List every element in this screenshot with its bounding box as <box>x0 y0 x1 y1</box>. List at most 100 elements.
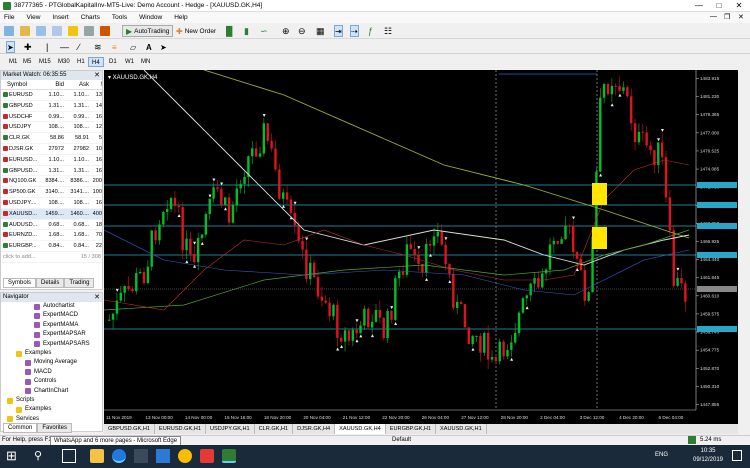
shapes-icon[interactable]: ▱ <box>130 41 136 53</box>
column-spread[interactable]: ! <box>89 80 102 89</box>
timeframe-h1[interactable]: H1 <box>74 57 88 67</box>
close-icon[interactable]: ✕ <box>94 293 100 301</box>
edge-icon[interactable] <box>112 449 126 463</box>
menu-help[interactable]: Help <box>168 12 193 23</box>
indicators-icon[interactable]: ƒ <box>368 25 373 37</box>
minimize-button[interactable]: — <box>690 0 708 11</box>
language-indicator[interactable]: ENG <box>655 452 668 458</box>
navigator-item[interactable]: Examples <box>1 349 102 358</box>
task-view-icon[interactable] <box>62 449 76 463</box>
close-icon[interactable]: ✕ <box>94 71 100 79</box>
market-watch-row[interactable]: GBPUSD... 1.31... 1.31... 16 <box>1 166 102 177</box>
timeframe-d1[interactable]: D1 <box>106 57 120 67</box>
chart-tab[interactable]: XAUUSD.GK,H1 <box>436 424 487 434</box>
menu-tools[interactable]: Tools <box>106 12 133 23</box>
close-button[interactable]: ✕ <box>730 0 748 11</box>
toolbox-icon[interactable] <box>84 25 94 37</box>
chart-canvas[interactable]: ▾ XAUUSD.GK,H4 1483.9151481.2301479.36514… <box>103 69 738 424</box>
bar-chart-icon[interactable]: █ <box>226 25 232 37</box>
market-watch-row[interactable]: EURUSD 1.10... 1.10... 13 <box>1 90 102 101</box>
price-chart[interactable]: ▾ XAUUSD.GK,H4 1483.915 1481.230 1479.365 14… <box>103 69 738 424</box>
navigator-item[interactable]: ChartInChart <box>1 387 102 396</box>
timeframe-m5[interactable]: M5 <box>20 57 34 67</box>
mdi-close-button[interactable]: ✕ <box>738 13 744 21</box>
add-symbol-row[interactable]: click to add... 15 / 308 <box>1 252 102 263</box>
navigator-item[interactable]: ExpertMACD <box>1 311 102 320</box>
vertical-line-icon[interactable]: | <box>46 41 48 53</box>
channel-icon[interactable]: ≋ <box>94 41 102 53</box>
market-watch-icon[interactable] <box>36 25 46 37</box>
navigator-item[interactable]: ExpertMAPSARS <box>1 340 102 349</box>
market-watch-row[interactable]: GBPUSD 1.31... 1.31... 14 <box>1 101 102 112</box>
tab-details[interactable]: Details <box>36 278 65 288</box>
navigator-item[interactable]: Examples <box>1 405 102 414</box>
chart-tab[interactable]: CLR.GK,H1 <box>255 424 294 434</box>
menu-file[interactable]: File <box>0 12 20 23</box>
chart-tab[interactable]: DJSR.GK,H4 <box>293 424 336 434</box>
navigator-item[interactable]: ExpertMAPSAR <box>1 330 102 339</box>
timeframe-m1[interactable]: M1 <box>6 57 20 67</box>
autotrading-button[interactable]: ▶ AutoTrading <box>122 25 174 37</box>
column-bid[interactable]: Bid <box>39 80 64 89</box>
mdi-restore-button[interactable]: ❐ <box>724 13 730 21</box>
timeframe-m15[interactable]: M15 <box>36 57 54 67</box>
horizontal-line-icon[interactable]: — <box>60 41 69 53</box>
timeframe-mn[interactable]: MN <box>138 57 153 67</box>
zoom-in-icon[interactable]: ⊕ <box>282 25 290 37</box>
store-icon[interactable] <box>134 449 148 463</box>
navigator-item[interactable]: Autochartist <box>1 302 102 311</box>
notifications-icon[interactable] <box>732 450 742 461</box>
market-watch-row[interactable]: SP500.GK 3140.... 3141.... 100 <box>1 187 102 198</box>
column-symbol[interactable]: Symbol <box>1 80 39 89</box>
cursor-icon[interactable]: ➤ <box>6 41 15 53</box>
line-chart-icon[interactable]: ∽ <box>260 25 268 37</box>
menu-charts[interactable]: Charts <box>75 12 106 23</box>
fibonacci-icon[interactable]: ≡ <box>112 41 117 53</box>
navigator-item[interactable]: Controls <box>1 377 102 386</box>
chrome-icon[interactable] <box>178 449 192 463</box>
data-window-icon[interactable] <box>52 25 62 37</box>
arrows-icon[interactable]: ➤ <box>160 41 167 53</box>
chart-tab[interactable]: USDJPY.GK,H1 <box>206 424 255 434</box>
navigator-item[interactable]: MACD <box>1 368 102 377</box>
chart-shift-icon[interactable]: ⇢ <box>350 25 359 37</box>
mdi-minimize-button[interactable]: — <box>710 13 717 20</box>
menu-view[interactable]: View <box>20 12 46 23</box>
timeframe-h4[interactable]: H4 <box>88 57 104 67</box>
chart-tab[interactable]: EURGBP.GK,H1 <box>386 424 437 434</box>
menu-window[interactable]: Window <box>133 12 168 23</box>
strategy-tester-icon[interactable] <box>100 25 110 37</box>
tab-symbols[interactable]: Symbols <box>3 278 37 288</box>
autoscroll-icon[interactable]: ⇥ <box>334 25 343 37</box>
chart-tab[interactable]: EURUSD.GK,H1 <box>155 424 206 434</box>
market-watch-row[interactable]: USDJPY.... 108.... 108.... 16 <box>1 198 102 209</box>
navigator-item[interactable]: ExpertMAMA <box>1 321 102 330</box>
tile-windows-icon[interactable]: ▦ <box>316 25 325 37</box>
market-watch-row[interactable]: NQ100.GK 8384.... 8386.... 200 <box>1 176 102 188</box>
maximize-button[interactable]: □ <box>710 0 728 11</box>
chart-tab-active[interactable]: XAUUSD.GK,H4 <box>335 424 386 434</box>
templates-icon[interactable]: ☷ <box>384 25 392 37</box>
market-watch-row[interactable]: EURNZD... 1.68... 1.68... 70 <box>1 230 102 242</box>
profiles-icon[interactable] <box>20 25 30 37</box>
market-watch-row[interactable]: EURUSD... 1.10... 1.10... 16 <box>1 155 102 166</box>
chart-tab[interactable]: GBPUSD.GK,H1 <box>104 424 155 434</box>
market-watch-row[interactable]: XAUUSD... 1459.... 1460.... 400 <box>1 208 102 220</box>
column-ask[interactable]: Ask <box>64 80 89 89</box>
windows-start-icon[interactable]: ⊞ <box>6 449 20 463</box>
navigator-icon[interactable] <box>68 25 78 37</box>
market-watch-row[interactable]: AUDUSD... 0.68... 0.68... 18 <box>1 220 102 231</box>
clock-date[interactable]: 09/12/2019 <box>690 457 726 463</box>
timeframe-m30[interactable]: M30 <box>55 57 73 67</box>
candlestick-icon[interactable]: ▮ <box>244 25 249 37</box>
market-watch-row[interactable]: CLR.GK 58.86 58.91 5 <box>1 133 102 144</box>
new-chart-icon[interactable] <box>4 25 14 37</box>
app-icon[interactable] <box>200 449 214 463</box>
trendline-icon[interactable]: ∕ <box>78 41 80 53</box>
market-watch-row[interactable]: EURGBP... 0.84... 0.84... 22 <box>1 241 102 252</box>
tab-common[interactable]: Common <box>3 423 38 433</box>
crosshair-icon[interactable]: ✚ <box>24 41 32 53</box>
market-watch-row[interactable]: DJSR.GK 27972 27982 10 <box>1 144 102 155</box>
clock-time[interactable]: 10:35 <box>690 448 726 454</box>
search-icon[interactable]: ⚲ <box>34 449 48 463</box>
